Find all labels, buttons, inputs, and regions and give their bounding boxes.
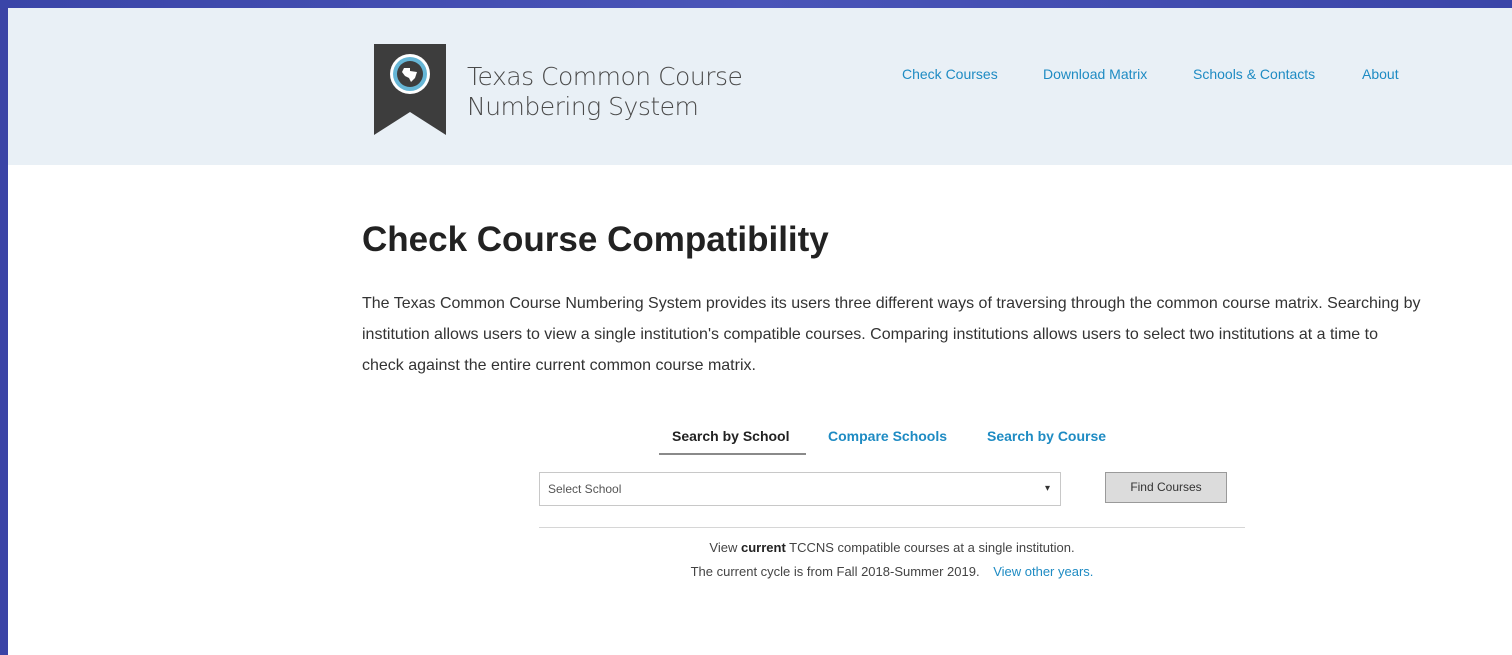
- tab-search-by-school[interactable]: Search by School: [672, 428, 789, 444]
- caret-down-icon: ▾: [1044, 483, 1050, 494]
- tab-compare-schools[interactable]: Compare Schools: [828, 428, 947, 444]
- nav-about[interactable]: About: [1362, 66, 1399, 82]
- texas-map-badge-icon[interactable]: [374, 44, 446, 135]
- school-select[interactable]: Select School ▾: [539, 472, 1061, 506]
- find-courses-button[interactable]: Find Courses: [1105, 472, 1227, 503]
- current-note: View current TCCNS compatible courses at…: [539, 540, 1245, 555]
- view-other-years-link[interactable]: View other years.: [993, 564, 1093, 579]
- note-current: current: [740, 540, 786, 555]
- page-title: Check Course Compatibility: [362, 220, 829, 259]
- note-pre: View: [709, 540, 738, 555]
- nav-schools-contacts[interactable]: Schools & Contacts: [1193, 66, 1315, 82]
- nav-download-matrix[interactable]: Download Matrix: [1043, 66, 1147, 82]
- note-post: TCCNS compatible courses at a single ins…: [789, 540, 1075, 555]
- brand-line-2: Numbering System: [467, 92, 699, 121]
- school-select-value: Select School: [548, 482, 622, 496]
- page: Texas Common Course Numbering System Che…: [8, 8, 1512, 655]
- nav-check-courses[interactable]: Check Courses: [902, 66, 998, 82]
- tab-search-by-course[interactable]: Search by Course: [987, 428, 1106, 444]
- window-frame: [0, 0, 1512, 8]
- site-header: Texas Common Course Numbering System Che…: [8, 8, 1512, 165]
- intro-text: The Texas Common Course Numbering System…: [362, 295, 1421, 374]
- cycle-text: The current cycle is from Fall 2018-Summ…: [690, 564, 980, 579]
- active-tab-indicator: [659, 453, 806, 455]
- brand-name[interactable]: Texas Common Course Numbering System: [467, 62, 743, 122]
- brand-line-1: Texas Common Course: [467, 62, 743, 91]
- divider: [539, 527, 1245, 528]
- cycle-note: The current cycle is from Fall 2018-Summ…: [539, 564, 1245, 579]
